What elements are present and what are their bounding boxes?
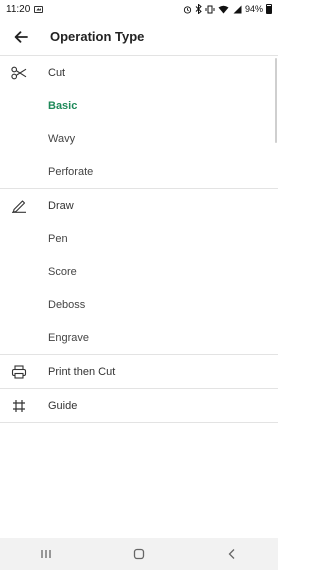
app-bar: Operation Type xyxy=(0,18,278,56)
option-guide[interactable]: Guide xyxy=(0,389,278,422)
option-label: Perforate xyxy=(48,165,94,178)
recent-apps-button[interactable] xyxy=(26,538,66,570)
option-engrave[interactable]: Engrave xyxy=(0,321,278,354)
option-basic[interactable]: Basic xyxy=(0,89,278,122)
operation-type-list: Cut Basic Wavy Perforate Draw Pen Score xyxy=(0,56,278,423)
status-time: 11:20 xyxy=(6,3,31,15)
battery-percent: 94% xyxy=(244,4,263,14)
option-score[interactable]: Score xyxy=(0,255,278,288)
home-button[interactable] xyxy=(119,538,159,570)
gallery-notification-icon xyxy=(34,5,44,13)
option-label: Score xyxy=(48,265,77,278)
back-button[interactable] xyxy=(2,18,40,56)
group-label-draw: Draw xyxy=(48,199,74,212)
group-guide: Guide xyxy=(0,389,278,423)
wifi-icon xyxy=(218,5,229,13)
option-pen[interactable]: Pen xyxy=(0,222,278,255)
option-wavy[interactable]: Wavy xyxy=(0,122,278,155)
group-label-guide: Guide xyxy=(48,399,78,412)
pen-icon xyxy=(10,197,28,215)
option-print-then-cut[interactable]: Print then Cut xyxy=(0,355,278,388)
scissors-icon xyxy=(10,64,28,82)
vibrate-icon xyxy=(205,5,215,13)
group-draw: Draw Pen Score Deboss Engrave xyxy=(0,189,278,355)
alarm-icon xyxy=(183,5,192,14)
option-deboss[interactable]: Deboss xyxy=(0,288,278,321)
option-label: Wavy xyxy=(48,132,76,145)
printer-icon xyxy=(10,363,28,381)
recent-apps-icon xyxy=(41,550,51,558)
battery-icon xyxy=(266,4,272,14)
group-cut: Cut Basic Wavy Perforate xyxy=(0,56,278,189)
arrow-left-icon xyxy=(14,30,28,43)
group-header-draw: Draw xyxy=(0,189,278,222)
back-nav-button[interactable] xyxy=(212,538,252,570)
system-nav-bar xyxy=(0,538,278,570)
status-bar: 11:20 94% xyxy=(0,0,278,18)
page-title: Operation Type xyxy=(50,29,145,44)
option-label: Deboss xyxy=(48,298,86,311)
signal-icon xyxy=(233,5,242,13)
option-label: Pen xyxy=(48,232,68,245)
option-perforate[interactable]: Perforate xyxy=(0,155,278,188)
chevron-left-icon xyxy=(228,549,235,559)
group-label-print-then-cut: Print then Cut xyxy=(48,365,116,378)
group-header-cut: Cut xyxy=(0,56,278,89)
option-label: Engrave xyxy=(48,331,89,344)
hash-icon xyxy=(10,397,28,415)
home-icon xyxy=(133,548,145,560)
group-label-cut: Cut xyxy=(48,66,66,79)
group-print-then-cut: Print then Cut xyxy=(0,355,278,389)
option-label: Basic xyxy=(48,99,78,112)
bluetooth-icon xyxy=(195,4,202,14)
status-icons: 94% xyxy=(183,4,272,14)
